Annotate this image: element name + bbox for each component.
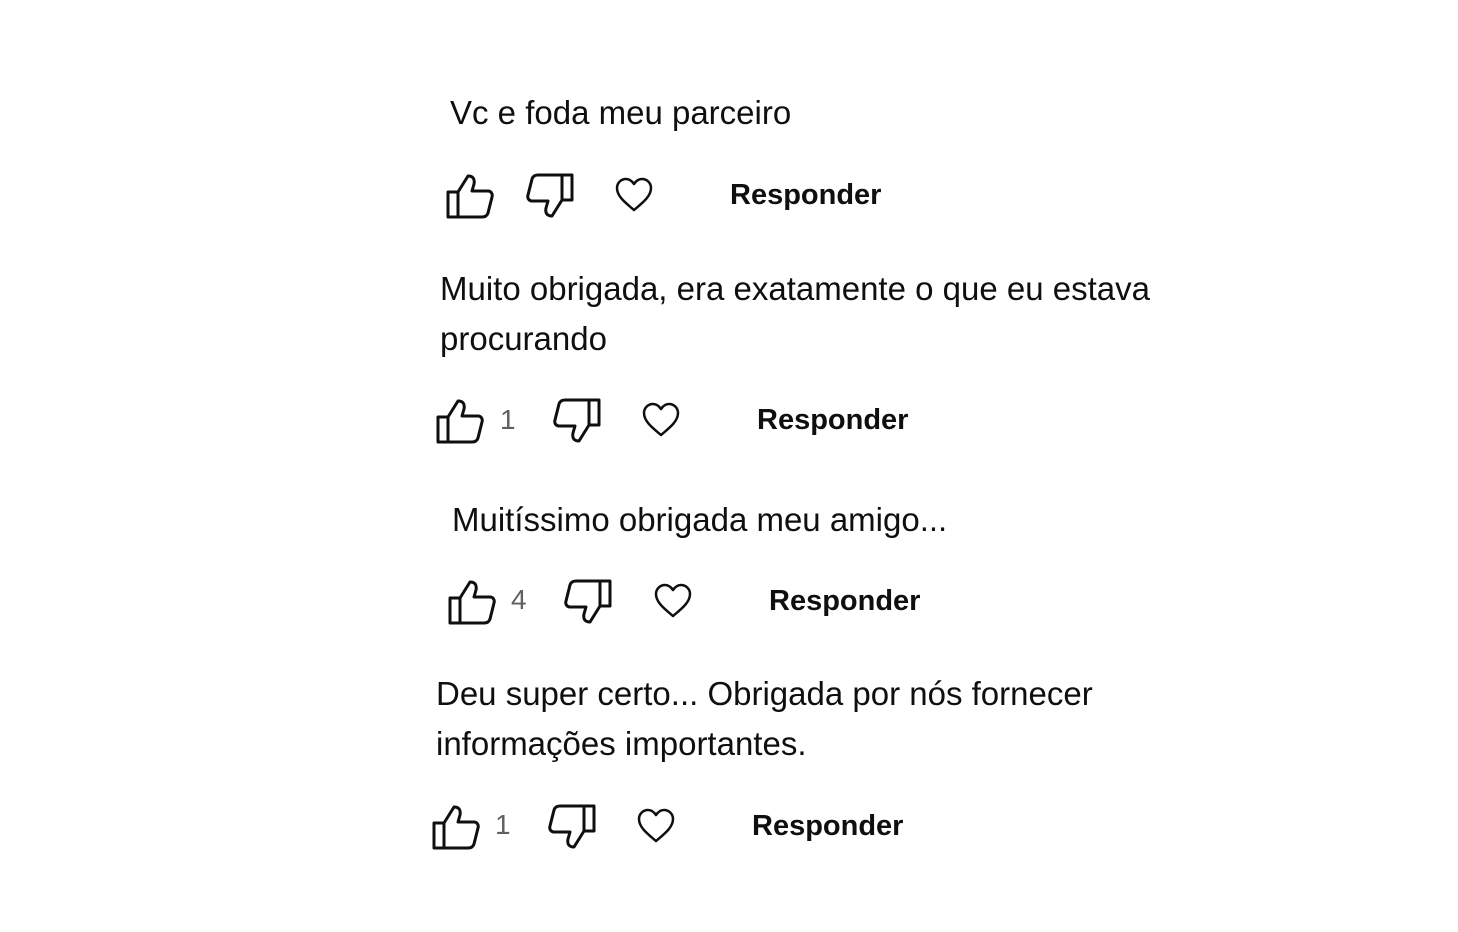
reply-button[interactable]: Responder xyxy=(757,400,908,440)
dislike-button[interactable] xyxy=(552,397,602,445)
heart-icon xyxy=(637,808,675,843)
heart-button[interactable] xyxy=(614,175,654,215)
heart-button[interactable] xyxy=(653,581,693,621)
thumbs-down-icon xyxy=(526,173,574,218)
dislike-button[interactable] xyxy=(563,578,613,626)
heart-icon xyxy=(654,583,692,618)
comment-text: Vc e foda meu parceiro xyxy=(450,94,792,131)
like-count: 1 xyxy=(495,809,511,840)
like-count: 1 xyxy=(500,404,516,435)
like-button[interactable] xyxy=(447,578,497,626)
comment-text: Muito obrigada, era exatamente o que eu … xyxy=(440,270,1150,307)
like-button[interactable] xyxy=(431,803,481,851)
dislike-button[interactable] xyxy=(547,803,597,851)
thumbs-down-icon xyxy=(548,804,596,849)
comment-text: procurando xyxy=(440,320,607,357)
comment-text: Muitíssimo obrigada meu amigo... xyxy=(452,501,948,538)
heart-icon xyxy=(642,402,680,437)
reply-button[interactable]: Responder xyxy=(752,806,903,846)
like-button[interactable] xyxy=(445,172,495,220)
reply-button[interactable]: Responder xyxy=(769,581,920,621)
heart-button[interactable] xyxy=(636,806,676,846)
thumbs-up-icon xyxy=(436,399,484,444)
thumbs-down-icon xyxy=(564,579,612,624)
heart-icon xyxy=(615,177,653,212)
reply-button[interactable]: Responder xyxy=(730,175,881,215)
like-button[interactable] xyxy=(435,397,485,445)
like-count: 4 xyxy=(511,584,527,615)
comment-text: Deu super certo... Obrigada por nós forn… xyxy=(436,675,1093,712)
thumbs-up-icon xyxy=(446,174,494,219)
dislike-button[interactable] xyxy=(525,172,575,220)
comment-text: informações importantes. xyxy=(436,725,807,762)
thumbs-up-icon xyxy=(448,580,496,625)
heart-button[interactable] xyxy=(641,400,681,440)
thumbs-up-icon xyxy=(432,805,480,850)
thumbs-down-icon xyxy=(553,398,601,443)
